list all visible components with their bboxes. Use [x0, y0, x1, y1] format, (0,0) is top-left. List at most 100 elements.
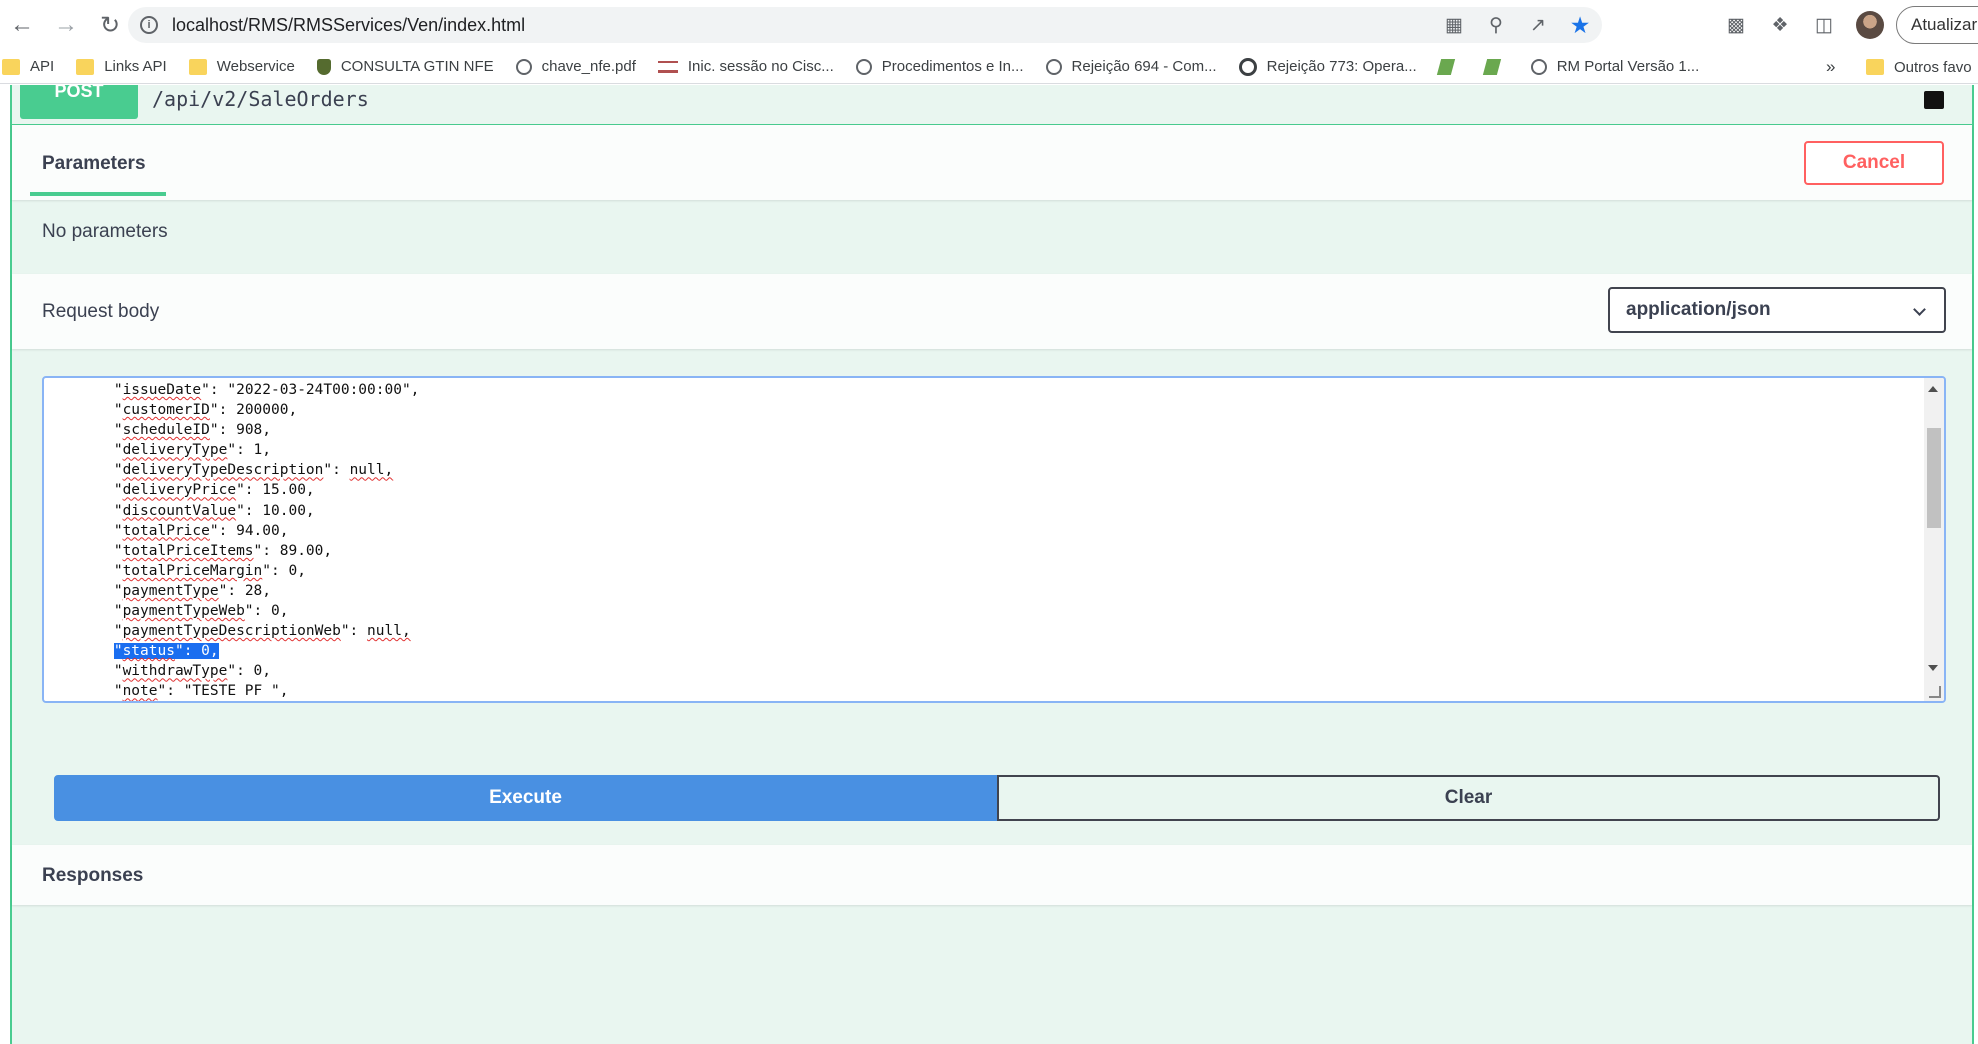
update-button[interactable]: Atualizar [1896, 6, 1978, 44]
bookmark-label: CONSULTA GTIN NFE [340, 58, 494, 75]
tab-parameters[interactable]: Parameters [42, 153, 146, 175]
reload-icon[interactable]: ↻ [88, 3, 132, 47]
json-key: deliveryPrice [122, 482, 237, 499]
bookmarks-bar: API Links API Webservice CONSULTA GTIN NFE c… [0, 50, 1978, 84]
zoom-icon[interactable]: ⚲ [1484, 14, 1508, 37]
qr-code-icon[interactable]: ▩ [1724, 14, 1748, 37]
json-key: discountValue [122, 502, 237, 519]
code-line: "paymentTypeDescriptionWeb": null, [44, 621, 1924, 641]
responses-header: Responses [12, 845, 1972, 905]
leaf-icon [1482, 58, 1501, 75]
lock-icon[interactable] [1924, 91, 1944, 109]
content-type-select[interactable]: application/json [1608, 287, 1946, 333]
bookmark-label: Links API [104, 58, 167, 75]
json-key: issueDate [122, 382, 202, 398]
json-value: 94.00, [236, 522, 289, 539]
json-value: 908, [236, 422, 272, 439]
json-key: totalPriceMargin [122, 562, 263, 579]
json-value: 0, [253, 663, 272, 680]
site-info-icon[interactable]: i [140, 16, 158, 34]
code-line: "totalPriceItems": 89.00, [44, 541, 1924, 561]
json-value: 15.00, [262, 482, 315, 499]
bookmark-item[interactable]: Rejeição 694 - Com... [1045, 58, 1217, 75]
execute-button[interactable]: Execute [54, 775, 997, 821]
json-key: totalPriceItems [122, 542, 254, 559]
back-icon[interactable]: ← [0, 3, 44, 47]
no-parameters-text: No parameters [42, 221, 168, 242]
cancel-button[interactable]: Cancel [1804, 141, 1944, 185]
code-line-text: "deliveryPrice": 15.00, [113, 482, 315, 499]
request-body-label: Request body [42, 301, 160, 322]
bookmark-label: chave_nfe.pdf [541, 58, 636, 75]
bookmark-label: Webservice [216, 58, 295, 75]
avatar[interactable] [1856, 11, 1884, 39]
json-key: deliveryTypeDescription [122, 462, 324, 479]
code-line-text: "issueDate": "2022-03-24T00:00:00", [113, 382, 420, 398]
side-panel-icon[interactable]: ◫ [1812, 14, 1836, 37]
scrollbar-thumb[interactable] [1927, 428, 1941, 528]
operation-summary[interactable]: POST /api/v2/SaleOrders [12, 85, 1972, 125]
code-line: "note": "TESTE PF ", [44, 681, 1924, 701]
bookmark-item[interactable]: chave_nfe.pdf [515, 58, 636, 75]
bookmark-item[interactable]: Procedimentos e In... [855, 58, 1024, 75]
code-line: "customerID": 200000, [44, 400, 1924, 420]
translate-icon[interactable]: ▦ [1442, 14, 1466, 37]
json-key: customerID [122, 402, 210, 419]
scroll-down-arrow-icon[interactable] [1928, 665, 1938, 671]
json-key: paymentTypeDescriptionWeb [122, 623, 341, 640]
request-body-editor[interactable]: "issueDate": "2022-03-24T00:00:00", "cus… [42, 376, 1946, 703]
folder-icon [188, 58, 207, 75]
editor-scrollbar[interactable] [1924, 378, 1944, 701]
json-key: deliveryType [122, 442, 228, 459]
code-line: "status": 0, [44, 641, 1924, 661]
code-line: "scheduleID": 908, [44, 420, 1924, 440]
operation-path: /api/v2/SaleOrders [152, 87, 369, 111]
bookmark-item[interactable]: Inic. sessão no Cisc... [657, 58, 834, 75]
code-line-text: "deliveryType": 1, [113, 442, 272, 459]
bookmark-item[interactable]: Webservice [188, 58, 295, 75]
other-bookmarks-folder[interactable]: Outros favo [1866, 50, 1972, 84]
code-line-text: "totalPrice": 94.00, [113, 522, 289, 539]
bookmark-star-icon[interactable]: ★ [1568, 12, 1592, 39]
code-line-text: "discountValue": 10.00, [113, 502, 315, 519]
json-key: status [122, 643, 175, 660]
globe-icon [855, 58, 872, 75]
bookmark-item[interactable]: RM Portal Versão 1... [1530, 58, 1699, 75]
json-code[interactable]: "issueDate": "2022-03-24T00:00:00", "cus… [44, 380, 1924, 701]
code-line-text: "customerID": 200000, [113, 402, 298, 419]
json-value: 10.00, [262, 502, 315, 519]
share-icon[interactable]: ↗ [1526, 14, 1550, 37]
code-line: "deliveryPrice": 15.00, [44, 480, 1924, 500]
bookmark-label: Inic. sessão no Cisc... [687, 58, 834, 75]
bookmark-item[interactable]: API [2, 58, 54, 75]
extensions-icon[interactable]: ❖ [1768, 14, 1792, 37]
bookmark-item[interactable]: CONSULTA GTIN NFE [316, 58, 494, 75]
selected-text: "status": 0, [113, 643, 219, 660]
bookmark-item[interactable] [1482, 58, 1509, 75]
forward-icon[interactable]: → [44, 3, 88, 47]
code-line: "deliveryTypeDescription": null, [44, 460, 1924, 480]
execute-button-group: Execute Clear [54, 775, 1940, 821]
code-line-text: "withdrawType": 0, [113, 663, 272, 680]
bookmark-item[interactable]: Rejeição 773: Opera... [1238, 57, 1417, 76]
resize-handle-icon[interactable] [1929, 686, 1941, 698]
shield-icon [316, 58, 331, 75]
code-line-text: "paymentTypeDescriptionWeb": null, [113, 623, 411, 640]
bookmark-item[interactable]: Links API [76, 58, 167, 75]
more-bookmarks-button[interactable]: » [1826, 50, 1835, 84]
leaf-icon [1436, 58, 1455, 75]
code-line-text: "paymentType": 28, [113, 582, 272, 599]
scroll-up-arrow-icon[interactable] [1928, 386, 1938, 392]
json-key: withdrawType [122, 663, 228, 680]
code-line-text: "note": "TESTE PF ", [113, 683, 289, 700]
json-value: 89.00, [279, 542, 333, 559]
code-line-text: "scheduleID": 908, [113, 422, 272, 439]
clear-button[interactable]: Clear [997, 775, 1940, 821]
url-text[interactable]: localhost/RMS/RMSServices/Ven/index.html [172, 15, 525, 36]
content-type-value: application/json [1626, 299, 1771, 320]
code-line: "paymentType": 28, [44, 581, 1924, 601]
request-body-header: Request body application/json [12, 274, 1972, 349]
address-bar[interactable]: i localhost/RMS/RMSServices/Ven/index.ht… [128, 7, 1602, 43]
json-key: paymentType [122, 582, 219, 599]
bookmark-item[interactable] [1436, 58, 1463, 75]
